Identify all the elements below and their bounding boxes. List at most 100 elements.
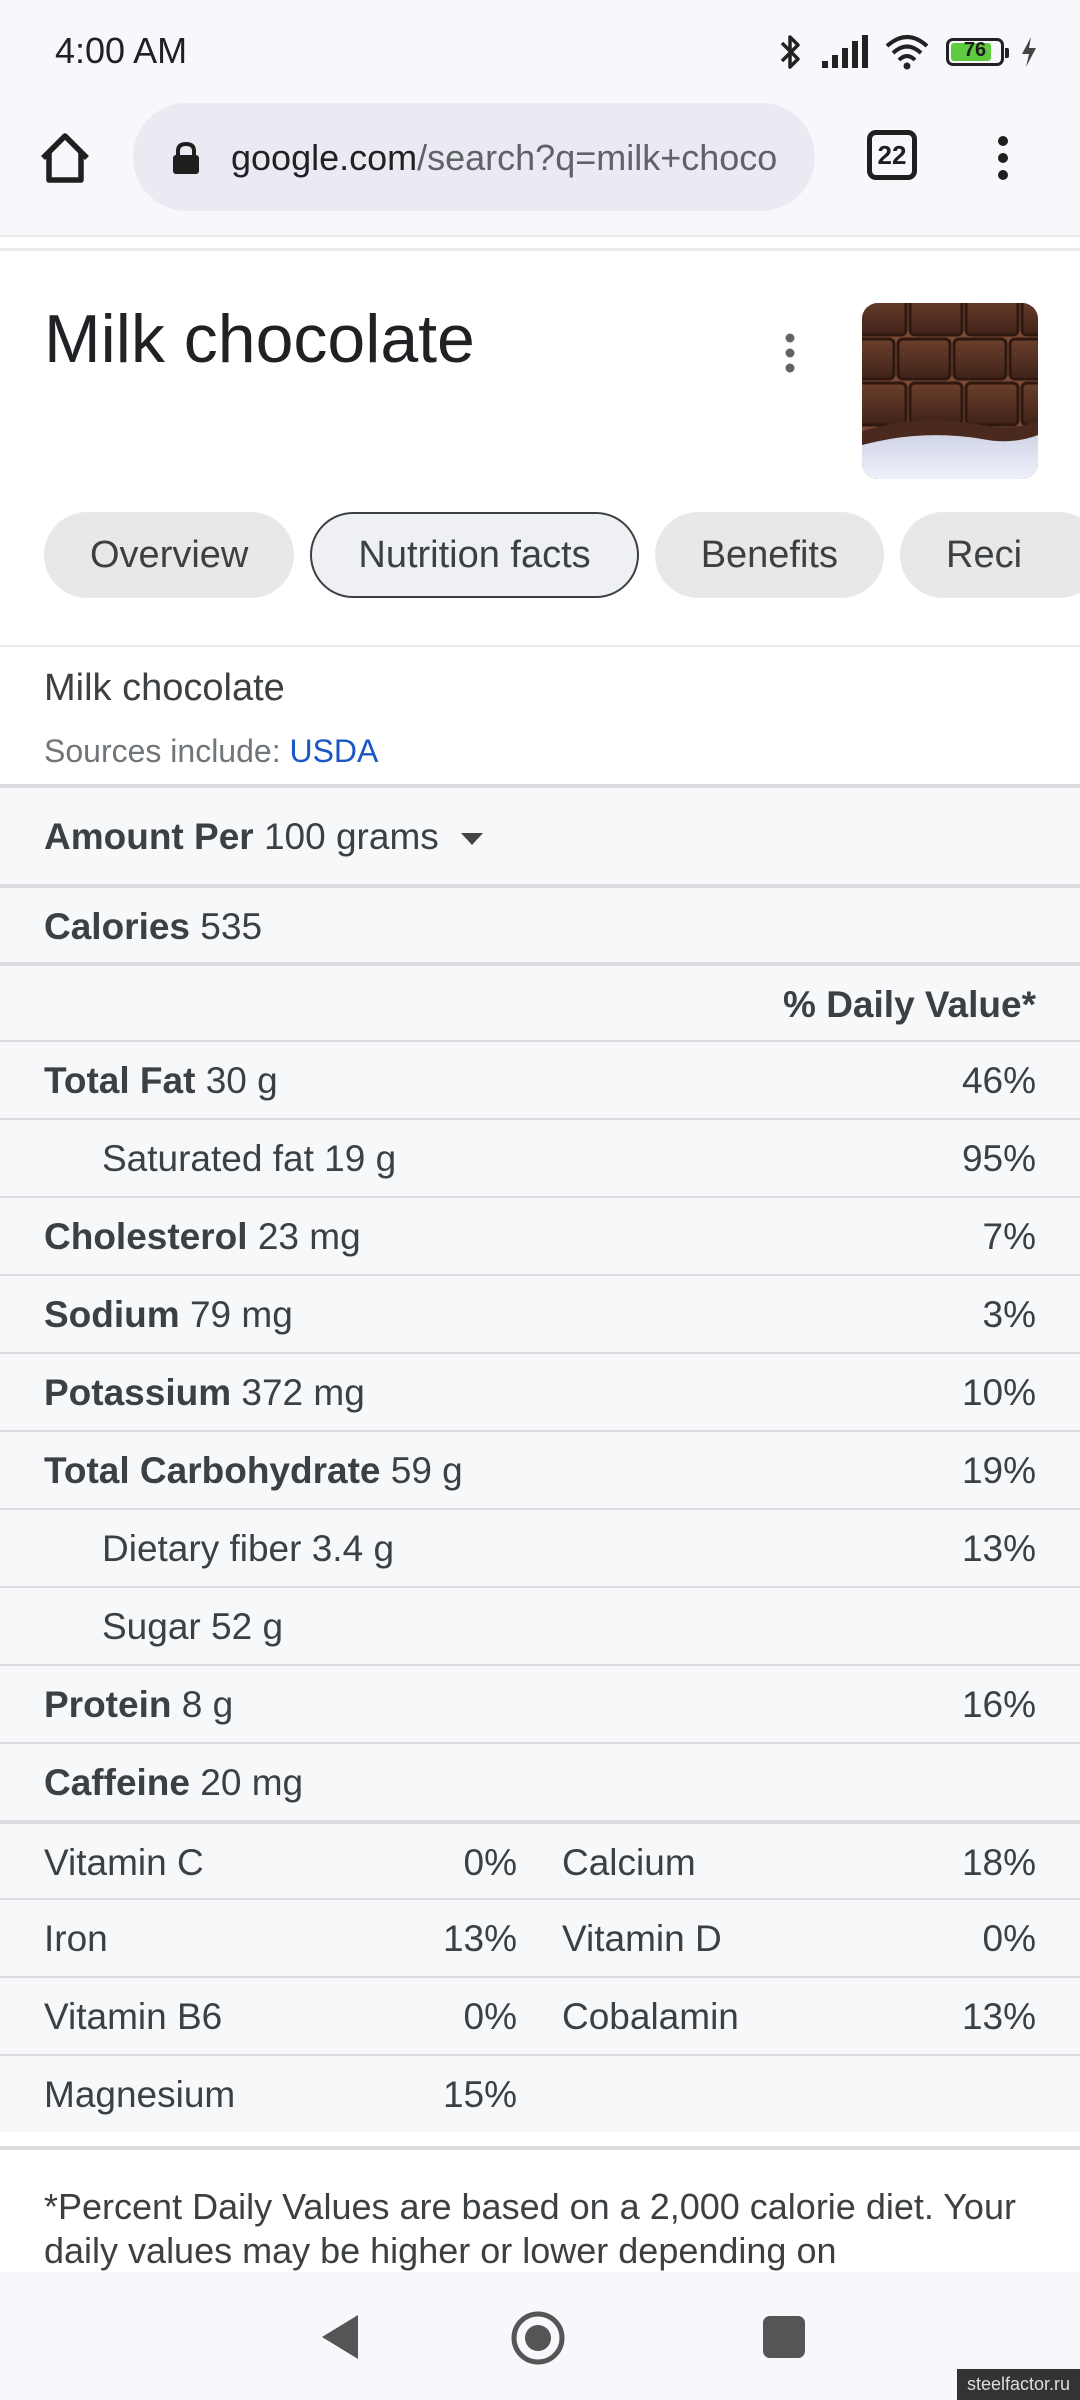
bluetooth-icon (780, 35, 800, 69)
status-bar: 4:00 AM 76 (0, 0, 1080, 100)
nutrient-row: Sugar 52 g (0, 1586, 1080, 1664)
toolbar-divider (0, 235, 1080, 251)
nutrient-amount: 30 g (205, 1060, 278, 1101)
wifi-icon (885, 35, 929, 70)
vitamin-row: Vitamin C 0% Calcium 18% (0, 1820, 1080, 1898)
topic-chips: Overview Nutrition facts Benefits Reci (44, 512, 1080, 600)
nutrient-amount: 52 g (211, 1606, 284, 1647)
nutrient-amount: 19 g (324, 1138, 397, 1179)
home-nav-icon[interactable] (510, 2310, 566, 2366)
chip-overview[interactable]: Overview (44, 512, 295, 598)
back-icon[interactable] (318, 2312, 362, 2362)
calories-row: Calories 535 (0, 884, 1080, 962)
dropdown-arrow-icon (460, 833, 483, 846)
nutrient-row: Saturated fat 19 g 95% (0, 1118, 1080, 1196)
amount-selector[interactable]: Amount Per 100 grams (0, 784, 1080, 884)
nutrient-row: Caffeine 20 mg (0, 1742, 1080, 1820)
home-icon[interactable] (35, 128, 95, 188)
vitamin-percent: 0% (982, 1918, 1036, 1959)
vitamin-percent: 0% (463, 1842, 517, 1883)
charging-icon (1022, 37, 1036, 67)
nutrient-row: Sodium 79 mg 3% (0, 1274, 1080, 1352)
vitamin-row: Magnesium 15% (0, 2054, 1080, 2132)
battery-icon: 76 (946, 38, 1009, 66)
status-icons: 76 (778, 30, 1038, 74)
nutrient-amount: 8 g (181, 1684, 234, 1725)
milk-chocolate-image[interactable] (862, 303, 1038, 479)
vitamin-percent: 15% (442, 2074, 517, 2115)
nutrient-row: Dietary fiber 3.4 g 13% (0, 1508, 1080, 1586)
chips-divider (0, 645, 1080, 647)
nutrient-name: Sodium (44, 1294, 180, 1335)
vitamin-row: Vitamin B6 0% Cobalamin 13% (0, 1976, 1080, 2054)
vitamin-percent: 13% (961, 1996, 1036, 2037)
vitamin-percent: 13% (442, 1918, 517, 1959)
browser-toolbar: google.com/search?q=milk+choco 22 (0, 100, 1080, 235)
nutrient-percent: 3% (982, 1294, 1036, 1335)
vitamin-name: Vitamin D (562, 1918, 722, 1959)
nutrient-name: Cholesterol (44, 1216, 248, 1257)
status-time: 4:00 AM (55, 30, 188, 71)
nutrient-name: Saturated fat (102, 1138, 314, 1179)
nutrient-amount: 23 mg (257, 1216, 361, 1257)
lock-icon (173, 141, 199, 174)
nutrient-row: Total Fat 30 g 46% (0, 1040, 1080, 1118)
signal-icon (822, 35, 868, 68)
nutrient-percent: 46% (961, 1060, 1036, 1101)
vitamin-name: Cobalamin (562, 1996, 739, 2037)
vitamin-percent: 18% (961, 1842, 1036, 1883)
vitamin-name: Calcium (562, 1842, 696, 1883)
recent-apps-icon[interactable] (763, 2316, 805, 2358)
nutrition-table: Amount Per 100 grams Calories 535 % Dail… (0, 784, 1080, 2132)
nutrient-name: Potassium (44, 1372, 232, 1413)
nutrient-row: Cholesterol 23 mg 7% (0, 1196, 1080, 1274)
chip-nutrition-facts[interactable]: Nutrition facts (310, 512, 639, 598)
chip-benefits[interactable]: Benefits (654, 512, 884, 598)
sources-prefix: Sources include: (44, 733, 281, 769)
amount-label: Amount Per (44, 816, 254, 857)
page-title: Milk chocolate (44, 301, 475, 377)
nutrient-amount: 372 mg (241, 1372, 365, 1413)
url-host: google.com (231, 137, 418, 178)
daily-value-header-row: % Daily Value* (0, 962, 1080, 1040)
browser-menu-icon[interactable] (985, 128, 1021, 188)
chip-recipes[interactable]: Reci (900, 512, 1080, 598)
nutrient-percent: 7% (982, 1216, 1036, 1257)
system-nav-bar (0, 2272, 1080, 2400)
nutrient-amount: 3.4 g (311, 1528, 395, 1569)
table-bottom-divider (0, 2146, 1080, 2150)
watermark: steelfactor.ru (956, 2369, 1080, 2400)
nutrient-amount: 79 mg (189, 1294, 293, 1335)
battery-level: 76 (963, 39, 987, 61)
sources-line: Sources include: USDA (44, 733, 378, 770)
nutrient-percent: 16% (961, 1684, 1036, 1725)
nutrient-name: Sugar (102, 1606, 201, 1647)
url-path: /search?q=milk+choco (417, 137, 778, 178)
calories-value: 535 (200, 906, 263, 947)
daily-value-header: % Daily Value* (783, 984, 1036, 1025)
nutrient-row: Protein 8 g 16% (0, 1664, 1080, 1742)
nutrient-percent: 95% (961, 1138, 1036, 1179)
usda-link[interactable]: USDA (289, 733, 378, 769)
food-name: Milk chocolate (44, 667, 285, 709)
nutrient-name: Caffeine (44, 1762, 190, 1803)
amount-value: 100 grams (263, 816, 439, 857)
nutrient-percent: 13% (961, 1528, 1036, 1569)
nutrient-name: Dietary fiber (102, 1528, 302, 1569)
vitamin-percent: 0% (463, 1996, 517, 2037)
nutrient-name: Total Carbohydrate (44, 1450, 381, 1491)
nutrient-percent: 10% (961, 1372, 1036, 1413)
nutrient-row: Potassium 372 mg 10% (0, 1352, 1080, 1430)
nutrient-name: Total Fat (44, 1060, 196, 1101)
nutrient-percent: 19% (961, 1450, 1036, 1491)
url-text[interactable]: google.com/search?q=milk+choco (231, 137, 791, 179)
daily-value-footnote: *Percent Daily Values are based on a 2,0… (44, 2186, 1016, 2271)
nutrient-amount: 20 mg (200, 1762, 304, 1803)
more-options-icon[interactable] (772, 330, 808, 376)
nutrient-name: Protein (44, 1684, 172, 1725)
vitamin-row: Iron 13% Vitamin D 0% (0, 1898, 1080, 1976)
nutrient-row: Total Carbohydrate 59 g 19% (0, 1430, 1080, 1508)
calories-label: Calories (44, 906, 191, 947)
address-bar[interactable]: google.com/search?q=milk+choco (133, 103, 815, 211)
tab-switcher-button[interactable]: 22 (867, 130, 917, 180)
